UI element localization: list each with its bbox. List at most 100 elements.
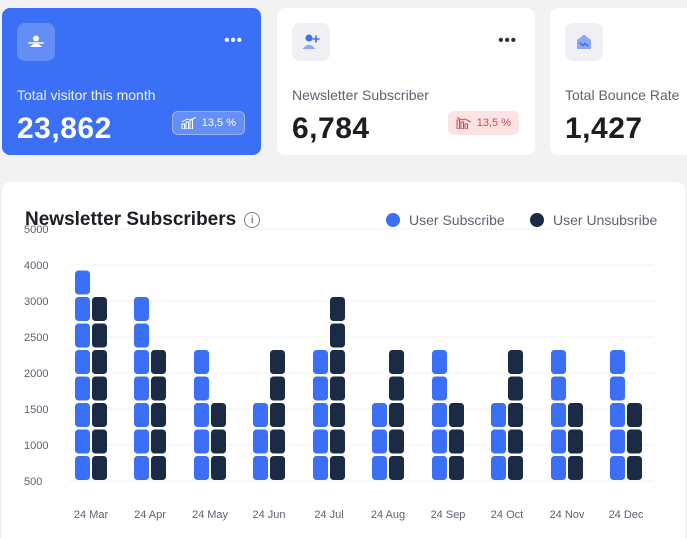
more-menu-icon[interactable]: •••	[498, 33, 517, 48]
stat-label: Newsletter Subscriber	[292, 87, 429, 103]
bar-segment	[92, 297, 107, 321]
bar-segment	[211, 456, 226, 480]
bar-segment	[330, 456, 345, 480]
bar-segment	[270, 376, 285, 401]
bar-segment	[491, 429, 506, 454]
people-icon	[17, 23, 55, 61]
chart-title-text: Newsletter Subscribers	[25, 209, 237, 230]
bar-segment	[134, 350, 149, 374]
x-tick-label: 24 Jul	[314, 509, 343, 521]
bar-segment	[551, 350, 566, 374]
bar-segment	[75, 350, 90, 374]
bar-subscribe[interactable]	[551, 350, 566, 480]
bar-segment	[610, 429, 625, 454]
bar-subscribe[interactable]	[75, 270, 90, 481]
bar-segment	[92, 376, 107, 401]
bar-segment	[330, 297, 345, 321]
bar-segment	[432, 429, 447, 454]
bar-segment	[432, 456, 447, 480]
bar-segment	[270, 429, 285, 454]
bar-subscribe[interactable]	[253, 403, 268, 480]
bar-segment	[610, 456, 625, 480]
bar-segment	[568, 403, 583, 427]
stat-card-bounce-rate[interactable]: Total Bounce Rate 1,427	[550, 8, 687, 155]
bar-segment	[134, 456, 149, 480]
bar-segment	[75, 376, 90, 401]
bar-segment	[610, 350, 625, 374]
bar-segment	[134, 323, 149, 348]
bar-segment	[151, 456, 166, 480]
bar-segment	[211, 403, 226, 427]
stat-card-newsletter-subscriber[interactable]: ••• Newsletter Subscriber 6,784 13,5 %	[277, 8, 535, 155]
bar-subscribe[interactable]	[610, 350, 625, 480]
bar-unsubscribe[interactable]	[508, 350, 523, 480]
bar-unsubscribe[interactable]	[389, 350, 404, 480]
bar-unsubscribe[interactable]	[151, 350, 166, 480]
bar-subscribe[interactable]	[432, 350, 447, 480]
bar-subscribe[interactable]	[491, 403, 506, 480]
x-tick-label: 24 Oct	[491, 509, 523, 521]
bar-segment	[432, 403, 447, 427]
bar-segment	[432, 350, 447, 374]
y-tick-label: 2500	[24, 332, 48, 344]
bar-unsubscribe[interactable]	[568, 403, 583, 480]
bar-segment	[194, 376, 209, 401]
bar-segment	[389, 456, 404, 480]
bar-segment	[253, 403, 268, 427]
x-tick-label: 24 Dec	[609, 509, 644, 521]
bar-segment	[134, 403, 149, 427]
bar-segment	[508, 376, 523, 401]
stat-value: 6,784	[292, 112, 370, 145]
bar-segment	[75, 270, 90, 295]
trend-badge-label: 13,5 %	[201, 117, 236, 129]
legend-item-unsubscribe[interactable]: User Unsubsribe	[530, 212, 657, 228]
stat-label: Total Bounce Rate	[565, 87, 680, 103]
y-tick-label: 3000	[24, 296, 48, 308]
more-menu-icon[interactable]: •••	[224, 33, 243, 48]
legend-item-subscribe[interactable]: User Subscribe	[386, 212, 505, 228]
stat-value: 1,427	[565, 112, 643, 145]
legend-label: User Unsubsribe	[553, 212, 658, 228]
info-icon[interactable]: i	[244, 212, 261, 228]
bar-unsubscribe[interactable]	[449, 403, 464, 480]
bar-segment	[449, 403, 464, 427]
bar-unsubscribe[interactable]	[330, 297, 345, 480]
bar-subscribe[interactable]	[194, 350, 209, 480]
bar-segment	[75, 456, 90, 480]
bar-subscribe[interactable]	[313, 350, 328, 480]
bar-segment	[389, 350, 404, 374]
stat-value: 23,862	[17, 112, 112, 145]
bar-segment	[610, 376, 625, 401]
bar-segment	[389, 403, 404, 427]
bar-subscribe[interactable]	[372, 403, 387, 480]
y-tick-label: 1500	[24, 404, 48, 416]
trend-badge-up: 13,5 %	[171, 111, 245, 135]
bounce-icon	[565, 23, 603, 61]
y-tick-label: 2000	[24, 368, 48, 380]
bar-segment	[313, 456, 328, 480]
y-tick-label: 1000	[24, 440, 48, 452]
legend-label: User Subscribe	[409, 212, 505, 228]
bar-segment	[151, 403, 166, 427]
stat-card-total-visitor[interactable]: ••• Total visitor this month 23,862 13,5…	[2, 8, 261, 155]
bar-segment	[92, 403, 107, 427]
bar-segment	[151, 429, 166, 454]
bar-segment	[313, 429, 328, 454]
bar-unsubscribe[interactable]	[270, 350, 285, 480]
bar-unsubscribe[interactable]	[627, 403, 642, 480]
bar-segment	[194, 403, 209, 427]
bar-unsubscribe[interactable]	[211, 403, 226, 480]
legend-dot-unsubscribe	[530, 213, 544, 227]
trend-up-icon	[181, 117, 196, 129]
bar-segment	[75, 429, 90, 454]
bar-chart: 500100015002000250030004000500024 Mar 24 …	[24, 224, 654, 521]
bar-segment	[508, 429, 523, 454]
bar-segment	[389, 429, 404, 454]
bar-subscribe[interactable]	[134, 297, 149, 480]
bar-segment	[134, 297, 149, 321]
bar-segment	[253, 456, 268, 480]
x-tick-label: 24 Nov	[550, 509, 585, 521]
bar-segment	[270, 456, 285, 480]
bar-segment	[92, 323, 107, 348]
bar-unsubscribe[interactable]	[92, 297, 107, 480]
